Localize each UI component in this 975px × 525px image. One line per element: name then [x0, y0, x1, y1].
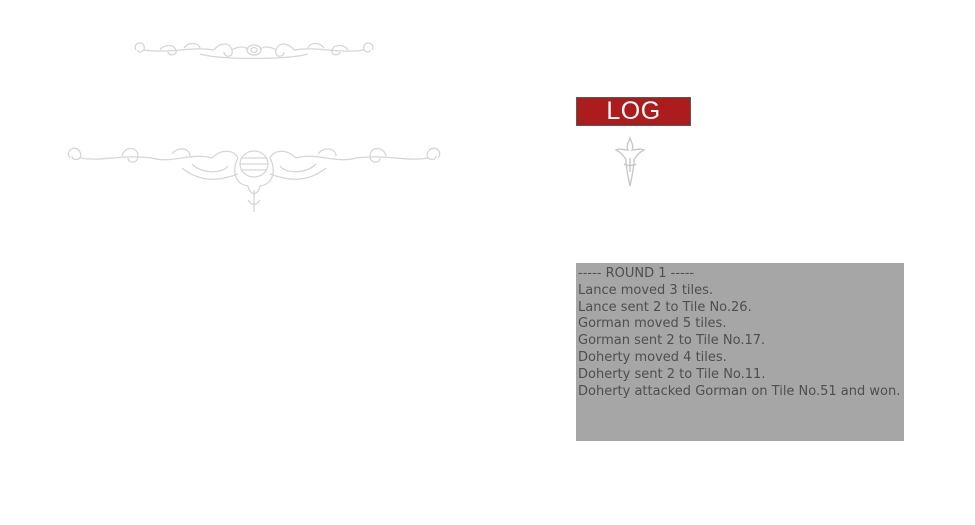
log-line: Lance moved 3 tiles.	[578, 282, 714, 298]
fleur-de-lis-icon	[614, 136, 646, 187]
log-button[interactable]: LOG	[576, 97, 691, 126]
scroll-ornament-icon	[134, 42, 374, 60]
log-line: Doherty attacked Gorman on Tile No.51 an…	[578, 383, 901, 399]
log-line: Doherty sent 2 to Tile No.11.	[578, 366, 766, 382]
log-line: Gorman moved 5 tiles.	[578, 316, 727, 332]
log-line: Gorman sent 2 to Tile No.17.	[578, 333, 766, 349]
log-line: Lance sent 2 to Tile No.26.	[578, 299, 752, 315]
log-line: ----- ROUND 1 -----	[578, 266, 695, 281]
game-log-panel: ----- ROUND 1 ----- Lance moved 3 tiles.…	[576, 263, 904, 441]
scroll-ornament-icon	[67, 147, 441, 212]
game-screen: LOG ----- ROUND 1 ----- Lance moved 3 ti…	[0, 0, 975, 525]
log-line: Doherty moved 4 tiles.	[578, 349, 727, 365]
